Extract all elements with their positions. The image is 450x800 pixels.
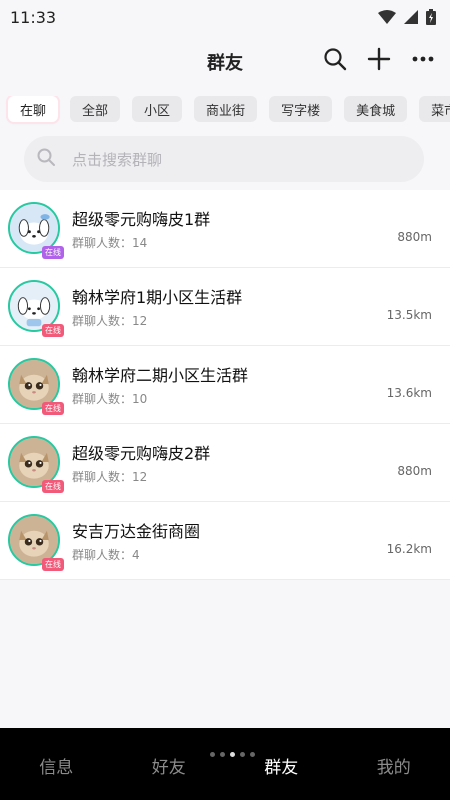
page-title: 群友 [207,53,243,74]
tab-all[interactable]: 全部 [70,96,121,122]
more-icon[interactable] [410,46,436,72]
group-name: 安吉万达金街商圈 [72,522,201,541]
page-dot [210,752,215,757]
member-count: 群聊人数：10 [72,392,148,406]
category-tabs: 在聊 全部 小区 商业街 写字楼 美食城 菜市场 [0,96,450,128]
tab-community[interactable]: 小区 [132,96,183,122]
online-badge: 在线 [42,558,64,571]
page-dot-active [230,752,235,757]
list-item[interactable]: 在线 翰林学府二期小区生活群 群聊人数：10 13.6km [0,346,450,424]
tab-office-building[interactable]: 写字楼 [269,96,333,122]
member-count: 群聊人数：4 [72,548,140,562]
page-dot [250,752,255,757]
online-badge: 在线 [42,402,64,415]
online-badge: 在线 [42,324,64,337]
tab-food-court[interactable]: 美食城 [344,96,408,122]
online-badge: 在线 [42,480,64,493]
group-list: 在线 超级零元购嗨皮1群 群聊人数：14 880m 在线 翰林学府1期小区生活群… [0,190,450,580]
page-indicator [210,752,255,757]
list-item[interactable]: 在线 安吉万达金街商圈 群聊人数：4 16.2km [0,502,450,580]
search-icon[interactable] [322,46,348,72]
status-bar: 11:33 [0,0,450,34]
distance: 13.5km [386,308,432,322]
bottom-nav: 信息 好友 群友 我的 [0,728,450,800]
nav-me[interactable]: 我的 [338,751,450,778]
list-item[interactable]: 在线 超级零元购嗨皮1群 群聊人数：14 880m [0,190,450,268]
member-count: 群聊人数：12 [72,314,148,328]
tab-commercial-street[interactable]: 商业街 [194,96,258,122]
online-badge: 在线 [42,246,64,259]
status-icons [378,9,436,25]
search-input[interactable]: 点击搜索群聊 [24,136,424,182]
group-name: 翰林学府1期小区生活群 [72,288,243,307]
member-count: 群聊人数：14 [72,236,148,250]
list-item[interactable]: 在线 翰林学府1期小区生活群 群聊人数：12 13.5km [0,268,450,346]
group-name: 翰林学府二期小区生活群 [72,366,249,385]
search-placeholder: 点击搜索群聊 [72,150,163,169]
page-dot [220,752,225,757]
status-time: 11:33 [10,7,57,27]
search-field-icon [36,147,56,171]
list-item[interactable]: 在线 超级零元购嗨皮2群 群聊人数：12 880m [0,424,450,502]
tab-chatting[interactable]: 在聊 [8,96,59,122]
add-icon[interactable] [366,46,392,72]
group-name: 超级零元购嗨皮2群 [72,444,211,463]
distance: 13.6km [386,386,432,400]
member-count: 群聊人数：12 [72,470,148,484]
nav-messages[interactable]: 信息 [0,751,113,778]
battery-icon [426,9,436,25]
distance: 880m [397,230,432,244]
tab-market[interactable]: 菜市场 [419,96,450,122]
nav-friends[interactable]: 好友 [113,751,226,778]
wifi-icon [378,10,396,24]
distance: 16.2km [386,542,432,556]
header: 群友 [0,34,450,90]
distance: 880m [397,464,432,478]
header-actions [322,46,436,72]
page-dot [240,752,245,757]
group-name: 超级零元购嗨皮1群 [72,210,211,229]
signal-icon [404,10,418,24]
